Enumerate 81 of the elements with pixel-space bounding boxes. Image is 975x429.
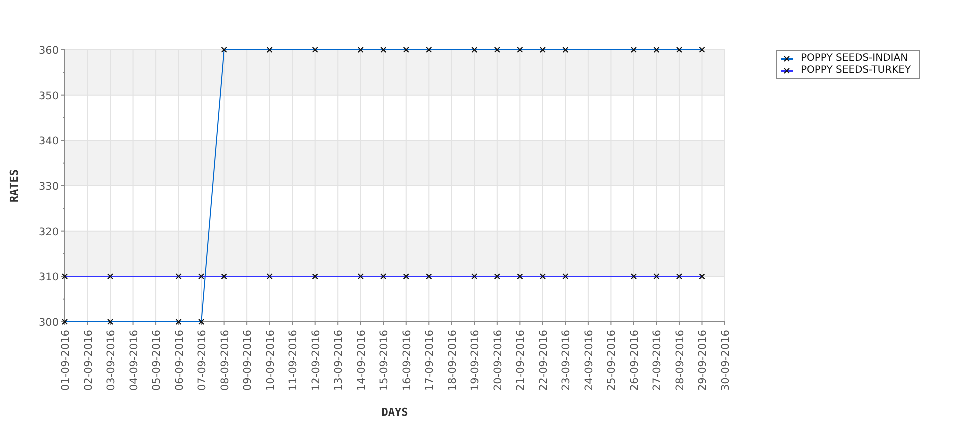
data-point-marker — [630, 46, 638, 54]
axis-tick-label: 19-09-2016 — [470, 330, 482, 392]
data-point-marker — [654, 46, 660, 54]
axis-tick-label: 16-09-2016 — [401, 330, 414, 392]
data-point-marker — [699, 274, 706, 280]
axis-tick-label: 04-09-2016 — [128, 330, 140, 392]
data-point-marker — [494, 274, 500, 280]
axis-tick-label: 28-09-2016 — [674, 330, 686, 392]
data-point-marker — [380, 46, 387, 54]
data-point-marker — [266, 274, 273, 280]
data-point-marker — [312, 274, 318, 280]
data-point-marker — [198, 274, 205, 280]
data-point-marker — [358, 46, 364, 54]
data-point-marker — [472, 274, 478, 280]
axis-tick-label: 21-09-2016 — [515, 330, 528, 392]
axis-tick-label: 07-09-2016 — [196, 330, 209, 392]
data-point-marker — [494, 46, 500, 54]
data-point-marker — [562, 274, 569, 280]
axis-tick-label: 12-09-2016 — [310, 330, 322, 392]
data-point-marker — [107, 318, 114, 326]
data-point-marker — [221, 274, 228, 280]
data-point-marker — [426, 274, 432, 280]
axis-tick-label: 24-09-2016 — [583, 330, 596, 392]
data-point-marker — [312, 46, 318, 54]
data-point-marker — [62, 318, 68, 326]
axis-title: RATES — [8, 169, 21, 203]
legend-label: POPPY SEEDS-INDIAN — [801, 53, 908, 64]
data-point-marker — [198, 318, 205, 326]
axis-tick-label: 300 — [38, 317, 59, 329]
axis-tick-label: 01-09-2016 — [60, 330, 72, 392]
axis-tick-label: 17-09-2016 — [424, 330, 436, 392]
data-point-marker — [540, 274, 546, 280]
axis-tick-label: 18-09-2016 — [446, 330, 459, 392]
data-point-marker — [517, 274, 524, 280]
axis-tick-label: 26-09-2016 — [628, 330, 641, 392]
axis-tick-label: 09-09-2016 — [242, 330, 254, 392]
axis-tick-label: 330 — [38, 181, 59, 193]
data-point-marker — [176, 318, 182, 326]
axis-tick-label: 22-09-2016 — [538, 330, 550, 392]
data-point-marker — [630, 274, 638, 280]
axis-title: DAYS — [382, 406, 408, 419]
data-point-marker — [403, 46, 410, 54]
axis-tick-label: 27-09-2016 — [652, 330, 664, 392]
data-point-marker — [221, 46, 228, 54]
axis-tick-label: 03-09-2016 — [106, 330, 118, 392]
data-point-marker — [676, 274, 683, 280]
axis-tick-label: 10-09-2016 — [264, 330, 277, 392]
data-point-marker — [403, 274, 410, 280]
axis-tick-label: 02-09-2016 — [82, 330, 95, 392]
data-point-marker — [107, 274, 114, 280]
data-point-marker — [426, 46, 432, 54]
data-point-marker — [562, 46, 569, 54]
data-point-marker — [699, 46, 706, 54]
axis-tick-label: 06-09-2016 — [174, 330, 186, 392]
data-point-marker — [266, 46, 273, 54]
axis-tick-label: 08-09-2016 — [219, 330, 232, 392]
axis-tick-label: 11-09-2016 — [288, 330, 300, 392]
data-point-marker — [176, 274, 182, 280]
data-point-marker — [676, 46, 683, 54]
legend-label: POPPY SEEDS-TURKEY — [801, 65, 912, 76]
data-point-marker — [358, 274, 364, 280]
data-point-marker — [654, 274, 660, 280]
axis-tick-label: 310 — [38, 272, 59, 284]
axis-tick-label: 29-09-2016 — [697, 330, 710, 392]
axis-tick-label: 05-09-2016 — [151, 330, 164, 392]
axis-tick-label: 25-09-2016 — [606, 330, 618, 392]
data-point-marker — [380, 274, 387, 280]
data-point-marker — [472, 46, 478, 54]
axis-tick-label: 340 — [38, 136, 59, 148]
data-point-marker — [517, 46, 524, 54]
axis-tick-label: 20-09-2016 — [492, 330, 504, 392]
axis-tick-label: 350 — [38, 90, 59, 102]
axis-tick-label: 30-09-2016 — [720, 330, 732, 392]
data-point-marker — [62, 274, 68, 280]
axis-tick-label: 23-09-2016 — [560, 330, 573, 392]
axis-tick-label: 14-09-2016 — [356, 330, 368, 392]
data-point-marker — [540, 46, 546, 54]
axis-tick-label: 320 — [38, 226, 59, 238]
axis-tick-label: 360 — [38, 45, 59, 57]
axis-tick-label: 13-09-2016 — [333, 330, 346, 392]
axis-tick-label: 15-09-2016 — [378, 330, 391, 392]
